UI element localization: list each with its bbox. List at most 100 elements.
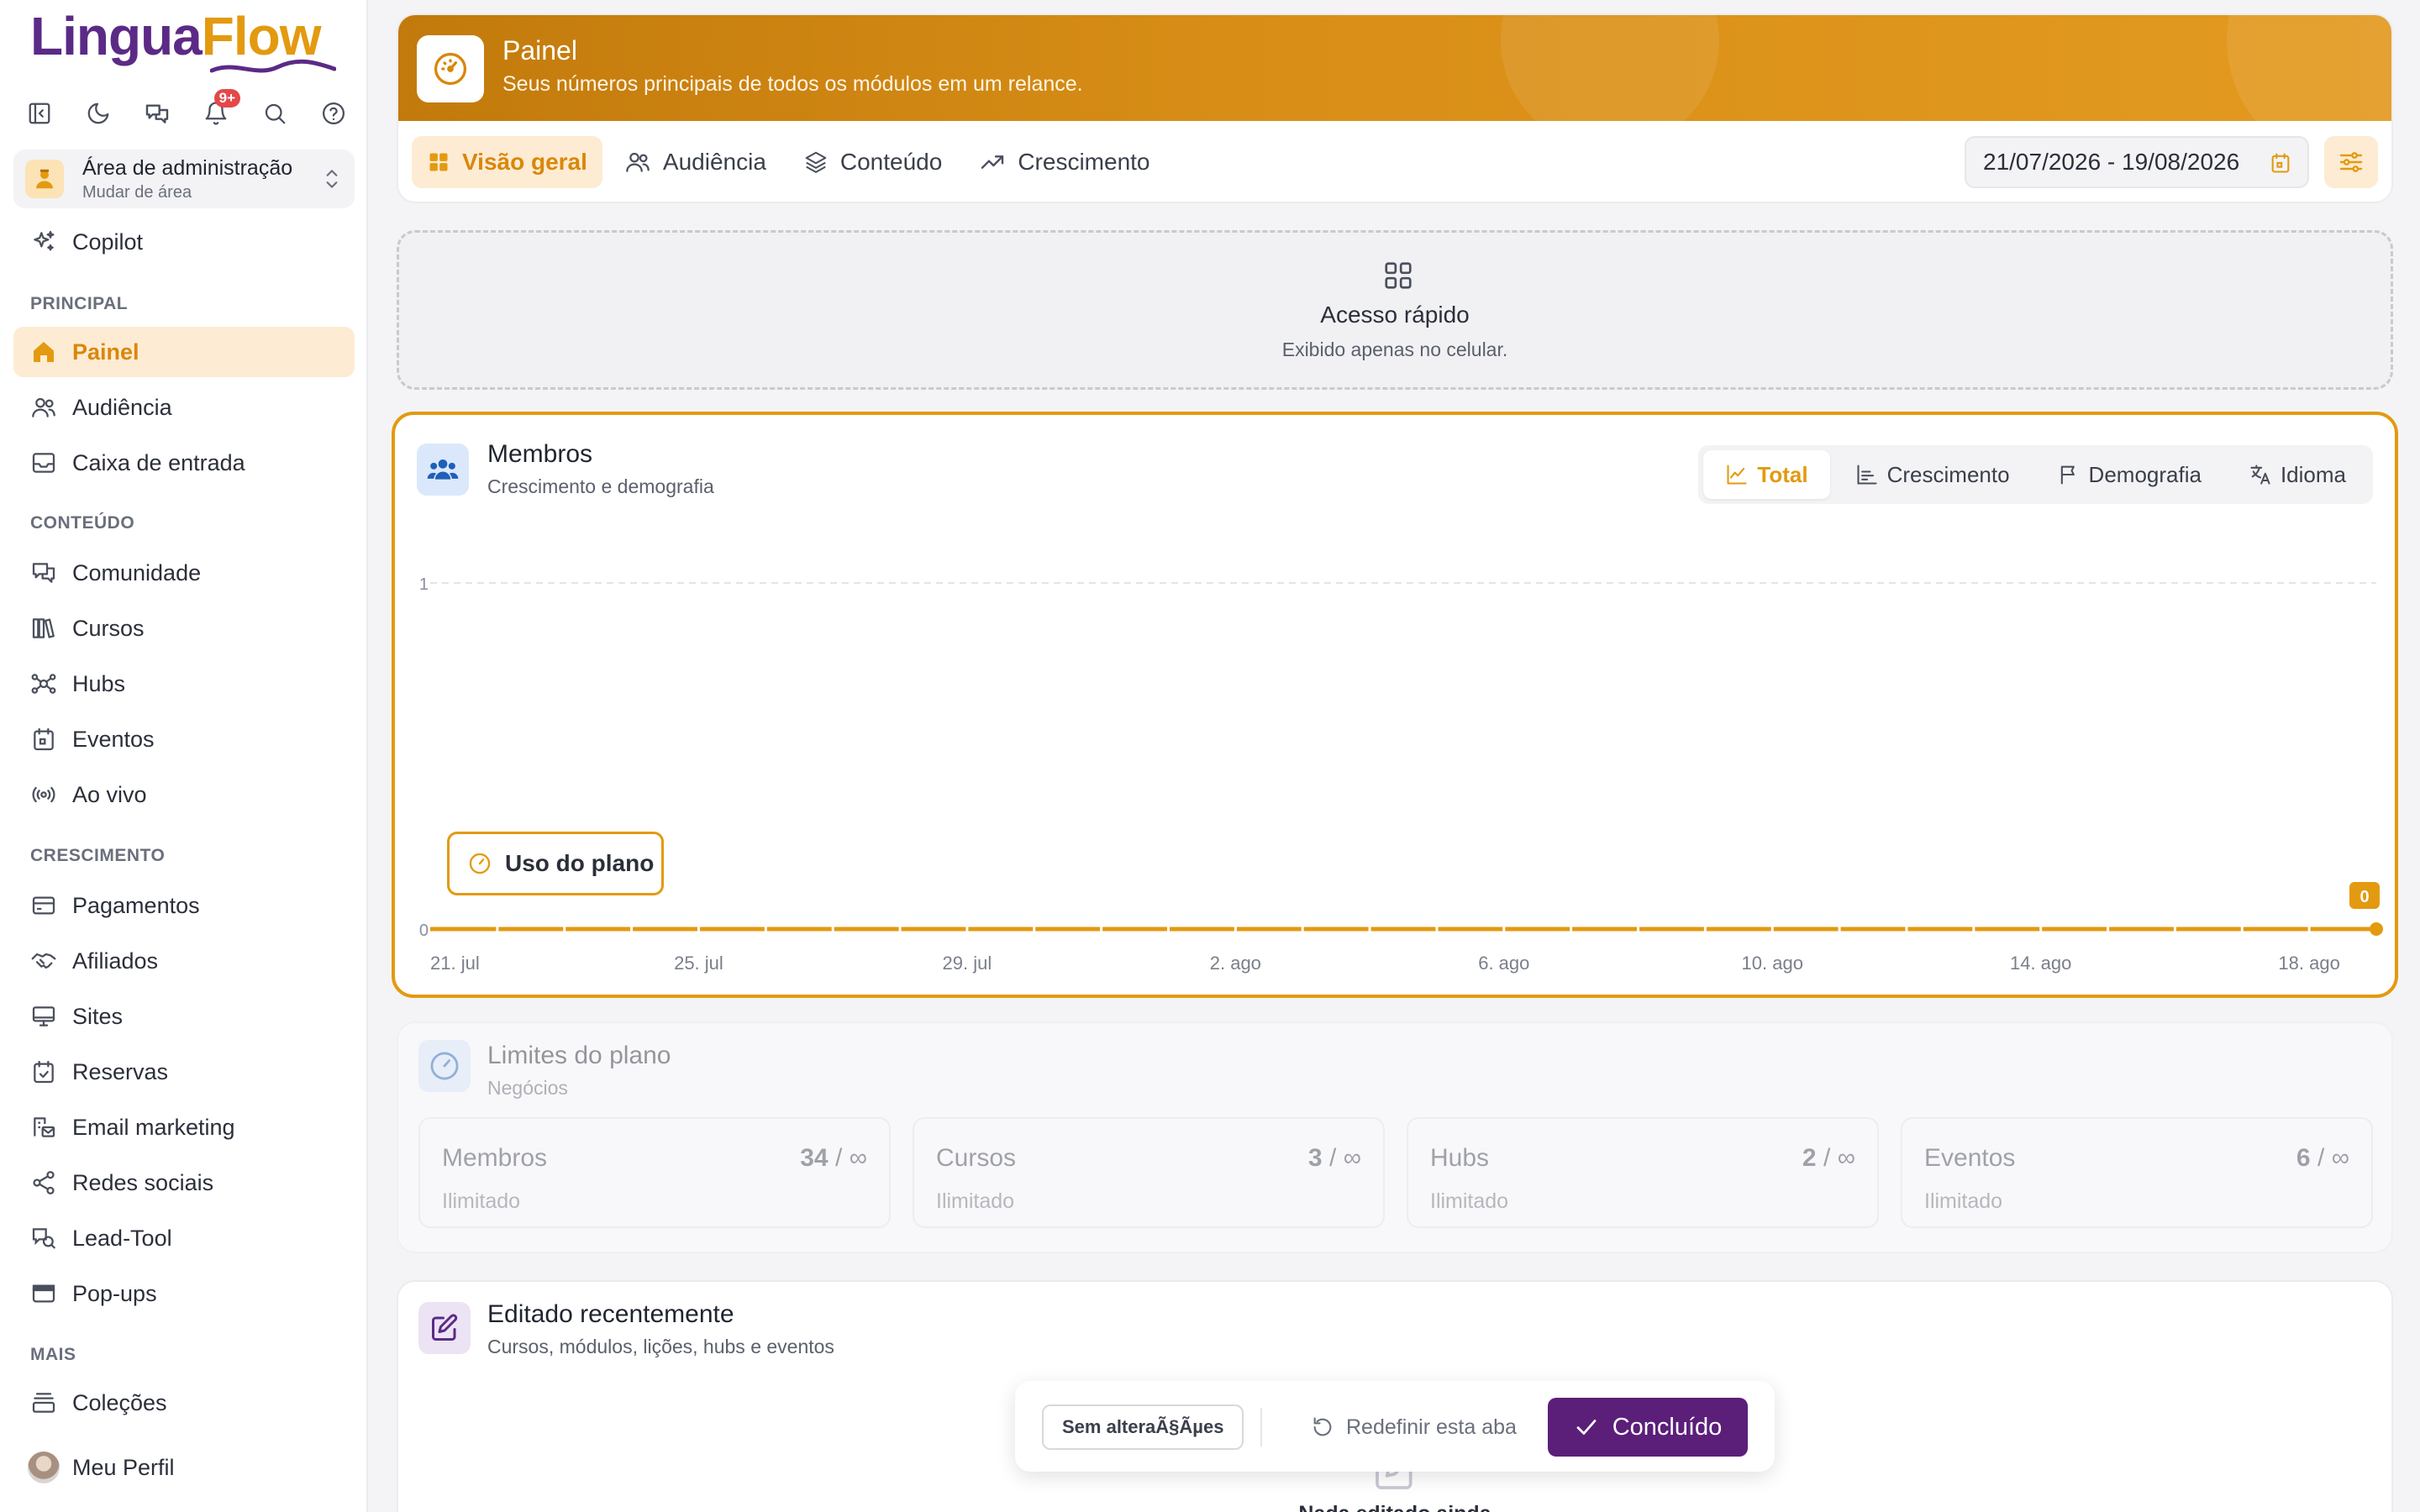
tab-label: Visão geral (462, 149, 587, 175)
tab-conteudo[interactable]: Conteúdo (788, 136, 957, 188)
data-point (1905, 927, 1908, 932)
sidebar-item-label: Meu Perfil (72, 1454, 175, 1480)
sidebar-item-audiencia[interactable]: Audiência (13, 382, 355, 433)
area-switcher[interactable]: Área de administração Mudar de área (13, 150, 355, 208)
done-button[interactable]: Concluído (1548, 1398, 1748, 1457)
last-value-label: 0 (2360, 888, 2369, 906)
gauge-icon (418, 1040, 471, 1092)
undo-icon (1311, 1415, 1334, 1439)
sidebar-item-eventos[interactable]: Eventos (13, 714, 355, 764)
app-logo[interactable]: LinguaFlow (30, 5, 321, 67)
x-tick-label: 25. jul (674, 953, 723, 974)
data-point (2240, 927, 2244, 932)
sidebar-item-pagamentos[interactable]: Pagamentos (13, 880, 355, 931)
sidebar-item-sites[interactable]: Sites (13, 991, 355, 1042)
x-tick-label: 29. jul (943, 953, 992, 974)
date-range-value: 21/07/2026 - 19/08/2026 (1983, 149, 2240, 175)
sidebar-item-label: Comunidade (72, 559, 202, 585)
sidebar-item-afiliados[interactable]: Afiliados (13, 936, 355, 986)
sidebar-item-perfil[interactable]: Meu Perfil (13, 1442, 355, 1493)
sidebar-item-label: Sites (72, 1003, 124, 1029)
recent-subtitle: Cursos, módulos, lições, hubs e eventos (487, 1336, 834, 1357)
sidebar-item-copilot[interactable]: Copilot (13, 217, 355, 267)
data-point (1166, 927, 1170, 932)
quick-access-widget[interactable]: Acesso rápido Exibido apenas no celular. (397, 230, 2393, 390)
logo-swoosh-icon (210, 59, 336, 73)
filter-settings-button[interactable] (2324, 136, 2378, 188)
limit-note: Ilimitado (1430, 1189, 1509, 1213)
sidebar-item-leadtool[interactable]: Lead-Tool (13, 1213, 355, 1263)
sparkles-icon (27, 225, 60, 259)
sidebar-item-hubs[interactable]: Hubs (13, 659, 355, 709)
recent-empty-text: Nada editado ainda (398, 1502, 2391, 1512)
done-label: Concluído (1612, 1413, 1723, 1441)
quick-access-subtitle: Exibido apenas no celular. (1281, 339, 1508, 360)
data-point (2173, 927, 2176, 932)
collapse-sidebar-icon[interactable] (20, 94, 59, 133)
limit-note: Ilimitado (1924, 1189, 2003, 1213)
sidebar-item-label: Afiliados (72, 948, 159, 974)
admin-area-icon (25, 160, 64, 198)
limit-name: Membros (442, 1144, 548, 1172)
edit-icon (418, 1302, 471, 1354)
check-icon (1574, 1415, 1599, 1440)
tab-audiencia[interactable]: Audiência (609, 136, 781, 188)
date-range-picker[interactable]: 21/07/2026 - 19/08/2026 (1965, 136, 2309, 188)
sidebar-item-colecoes[interactable]: Coleções (13, 1378, 355, 1428)
inbox-icon (27, 446, 60, 480)
monitor-icon (27, 1000, 60, 1033)
recent-title: Editado recentemente (487, 1300, 734, 1328)
tab-crescimento[interactable]: Crescimento (964, 136, 1165, 188)
sidebar-item-painel[interactable]: Painel (13, 327, 355, 377)
sidebar-item-label: Pop-ups (72, 1280, 157, 1306)
area-title: Área de administração (82, 155, 293, 180)
sidebar-item-caixa[interactable]: Caixa de entrada (13, 438, 355, 488)
notification-badge: 9+ (213, 89, 240, 108)
credit-card-icon (27, 889, 60, 922)
sidebar-item-comunidade[interactable]: Comunidade (13, 548, 355, 598)
limit-value: 3 / ∞ (1307, 1144, 1361, 1172)
data-point (2307, 927, 2311, 932)
x-tick-label: 14. ago (2010, 953, 2071, 974)
sidebar: LinguaFlow 9+ Área de administração Muda… (0, 0, 368, 1512)
data-point (965, 927, 969, 932)
tab-visao-geral[interactable]: Visão geral (412, 136, 602, 188)
users-icon (624, 149, 651, 176)
dashboard-gauge-icon (417, 35, 484, 102)
members-widget[interactable]: Membros Crescimento e demografia Total C… (392, 412, 2398, 998)
data-point (1435, 927, 1439, 932)
divider (1260, 1408, 1262, 1446)
search-icon[interactable] (255, 94, 294, 133)
sidebar-item-label: Ao vivo (72, 781, 147, 807)
sidebar-item-label: Cursos (72, 615, 145, 641)
sidebar-item-popups[interactable]: Pop-ups (13, 1268, 355, 1319)
sidebar-item-reservas[interactable]: Reservas (13, 1047, 355, 1097)
limit-membros: Membros 34 / ∞ Ilimitado (418, 1117, 891, 1228)
gauge-icon (468, 852, 492, 875)
plan-limits-widget[interactable]: Limites do plano Negócios Membros 34 / ∞… (397, 1021, 2393, 1253)
notifications-icon[interactable]: 9+ (197, 89, 240, 133)
limit-value: 2 / ∞ (1802, 1144, 1855, 1172)
chat-icon[interactable] (138, 94, 176, 133)
trending-up-icon (979, 149, 1006, 176)
area-subtitle: Mudar de área (82, 182, 192, 202)
data-point (563, 927, 566, 932)
reset-tab-button[interactable]: Redefinir esta aba (1311, 1404, 1517, 1450)
dark-mode-icon[interactable] (79, 94, 118, 133)
sidebar-item-aovivo[interactable]: Ao vivo (13, 769, 355, 820)
sidebar-item-redes[interactable]: Redes sociais (13, 1158, 355, 1208)
sidebar-item-cursos[interactable]: Cursos (13, 603, 355, 654)
limit-name: Hubs (1430, 1144, 1490, 1172)
dashboard-header: Painel Seus números principais de todos … (397, 13, 2393, 203)
data-point (1234, 927, 1237, 932)
x-tick-label: 6. ago (1478, 953, 1529, 974)
data-point (1502, 927, 1506, 932)
sidebar-item-label: Reservas (72, 1058, 169, 1084)
calendar-icon (2269, 151, 2292, 175)
sidebar-item-email[interactable]: Email marketing (13, 1102, 355, 1152)
books-icon (27, 612, 60, 645)
help-icon[interactable] (314, 94, 353, 133)
plan-usage-button[interactable]: Uso do plano (447, 832, 664, 895)
broadcast-icon (27, 778, 60, 811)
data-point (697, 927, 700, 932)
